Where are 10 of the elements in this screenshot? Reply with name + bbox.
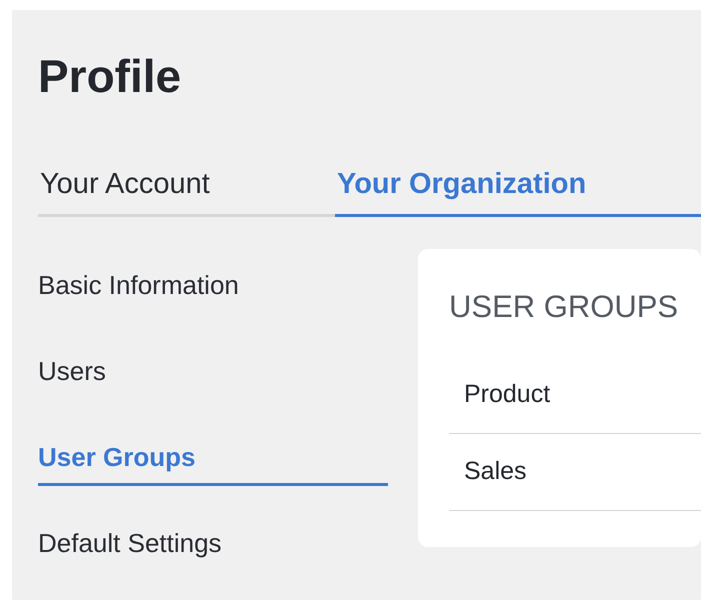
page-title: Profile — [38, 49, 182, 104]
sidebar-item[interactable]: User Groups — [38, 439, 388, 486]
sidebar-item[interactable]: Users — [38, 353, 106, 389]
sidebar-item[interactable]: Default Settings — [38, 525, 222, 561]
tab[interactable]: Your Account — [38, 166, 335, 217]
group-name: Sales — [464, 456, 527, 488]
sidebar-item[interactable]: Basic Information — [38, 267, 239, 303]
tab[interactable]: Your Organization — [335, 166, 701, 217]
card-title: USER GROUPS — [449, 288, 678, 326]
group-name: Product — [464, 379, 550, 410]
